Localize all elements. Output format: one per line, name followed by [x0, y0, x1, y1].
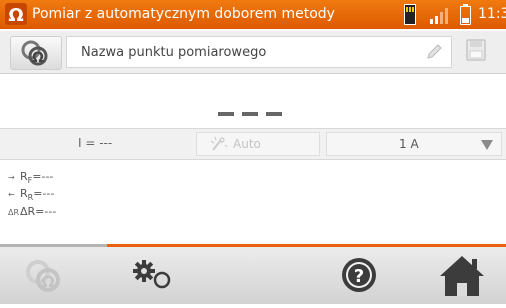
- memory-card-icon: [404, 4, 416, 25]
- auto-button[interactable]: Auto: [196, 132, 320, 156]
- current-select[interactable]: 1 A: [326, 132, 502, 156]
- chevron-down-icon: [481, 140, 493, 150]
- help-icon: ?: [342, 258, 376, 292]
- meter-mode-button[interactable]: Ω: [10, 36, 62, 70]
- omega-tab-icon: Ω: [26, 260, 60, 292]
- auto-probe-icon: [210, 136, 228, 151]
- save-icon[interactable]: [466, 39, 486, 61]
- home-icon: [440, 256, 484, 296]
- result-rr: ← RR=---: [8, 187, 55, 203]
- help-button[interactable]: ?: [336, 247, 436, 304]
- clock: 11:32: [478, 6, 506, 22]
- current-value: 1 A: [399, 137, 419, 151]
- measurement-tab-button[interactable]: Ω: [12, 247, 112, 304]
- svg-text:Ω: Ω: [8, 5, 23, 25]
- pencil-icon[interactable]: [425, 43, 443, 61]
- current-reading: I = ---: [78, 136, 113, 150]
- battery-icon: [460, 4, 471, 25]
- result-rf: → RF=---: [8, 170, 54, 186]
- bottom-toolbar: Ω ?: [0, 247, 506, 304]
- rings-omega-icon: Ω: [21, 40, 48, 66]
- reverse-arrow-icon: ←: [8, 190, 15, 199]
- measurement-point-row: Ω Nazwa punktu pomiarowego: [0, 31, 506, 74]
- result-delta-r: ΔRΔR=---: [8, 205, 57, 218]
- settings-gears-icon: [133, 260, 171, 289]
- svg-text:?: ?: [354, 266, 364, 287]
- name-placeholder: Nazwa punktu pomiarowego: [81, 45, 267, 60]
- measurement-point-name-input[interactable]: Nazwa punktu pomiarowego: [66, 36, 452, 68]
- svg-text:Ω: Ω: [32, 50, 44, 66]
- signal-strength-icon: [430, 8, 448, 24]
- svg-text:Ω: Ω: [41, 272, 55, 291]
- main-result-area: [0, 74, 506, 128]
- delta-r-prefix: ΔR: [8, 208, 20, 217]
- auto-label: Auto: [233, 137, 261, 151]
- title-bar: Ω Pomiar z automatycznym doborem metody …: [0, 0, 506, 29]
- settings-button[interactable]: [120, 247, 220, 304]
- home-button[interactable]: [432, 247, 506, 304]
- settings-row: I = --- Auto 1 A: [0, 128, 506, 160]
- window-title: Pomiar z automatycznym doborem metody: [32, 6, 335, 22]
- forward-arrow-icon: →: [8, 173, 15, 182]
- omega-logo-icon: Ω: [5, 3, 27, 25]
